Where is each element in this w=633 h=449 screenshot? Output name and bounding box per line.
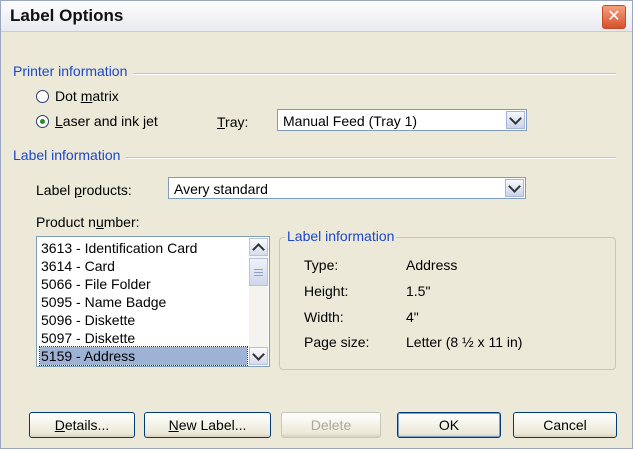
- chevron-down-icon: [252, 347, 265, 361]
- list-item-selected[interactable]: 5159 - Address: [39, 346, 248, 366]
- list-item[interactable]: 5096 - Diskette: [40, 311, 247, 329]
- title-bar: Label Options ✕: [1, 1, 632, 32]
- delete-button[interactable]: Delete: [281, 412, 381, 438]
- label-products-label: Label products:: [36, 182, 132, 198]
- list-item[interactable]: 5095 - Name Badge: [40, 293, 247, 311]
- tray-label: Tray:: [217, 114, 249, 130]
- width-value: 4": [406, 309, 419, 325]
- ok-button[interactable]: OK: [397, 412, 501, 438]
- height-value: 1.5": [406, 283, 431, 299]
- scroll-down-button[interactable]: [249, 347, 268, 365]
- laser-radio[interactable]: Laser and ink jet: [36, 113, 158, 129]
- label-products-dropdown[interactable]: Avery standard: [168, 177, 526, 199]
- chevron-down-icon: [509, 111, 522, 125]
- chevron-up-icon: [252, 242, 265, 256]
- page-size-key: Page size:: [304, 334, 370, 350]
- height-key: Height:: [304, 283, 349, 299]
- close-icon: ✕: [607, 8, 621, 25]
- printer-section-title: Printer information: [13, 63, 134, 79]
- cancel-button[interactable]: Cancel: [513, 412, 617, 438]
- type-value: Address: [406, 257, 458, 273]
- label-info-box-title: Label information: [285, 228, 397, 244]
- type-key: Type:: [304, 257, 339, 273]
- dot-matrix-radio-circle: [36, 89, 49, 103]
- list-item[interactable]: 5097 - Diskette: [40, 329, 247, 347]
- product-number-list[interactable]: 3613 - Identification Card 3614 - Card 5…: [36, 236, 270, 367]
- dot-matrix-radio[interactable]: Dot matrix: [36, 88, 119, 104]
- dialog-title: Label Options: [10, 6, 124, 25]
- list-item[interactable]: 3614 - Card: [40, 257, 247, 275]
- label-products-dropdown-button[interactable]: [505, 179, 524, 197]
- list-item[interactable]: 5066 - File Folder: [40, 275, 247, 293]
- tray-dropdown[interactable]: Manual Feed (Tray 1): [277, 109, 527, 131]
- scroll-up-button[interactable]: [249, 238, 268, 256]
- page-size-value: Letter (8 ½ x 11 in): [406, 334, 523, 350]
- chevron-down-icon: [508, 179, 521, 193]
- product-number-label: Product number:: [36, 214, 140, 230]
- product-list-scrollbar[interactable]: [249, 238, 268, 365]
- dot-matrix-label: Dot matrix: [55, 88, 119, 104]
- list-item[interactable]: 3613 - Identification Card: [40, 239, 247, 257]
- tray-value: Manual Feed (Tray 1): [283, 113, 418, 129]
- tray-dropdown-button[interactable]: [506, 111, 525, 129]
- scroll-thumb[interactable]: [249, 258, 268, 286]
- width-key: Width:: [304, 309, 344, 325]
- close-button[interactable]: ✕: [602, 5, 626, 29]
- label-options-dialog: Label Options ✕ Printer information Dot …: [0, 0, 633, 449]
- laser-radio-circle: [36, 114, 49, 128]
- new-label-button[interactable]: New Label...: [144, 412, 271, 438]
- label-section-title: Label information: [13, 147, 127, 163]
- label-products-value: Avery standard: [174, 181, 268, 197]
- details-button[interactable]: Details...: [29, 412, 135, 438]
- laser-label: Laser and ink jet: [55, 113, 158, 129]
